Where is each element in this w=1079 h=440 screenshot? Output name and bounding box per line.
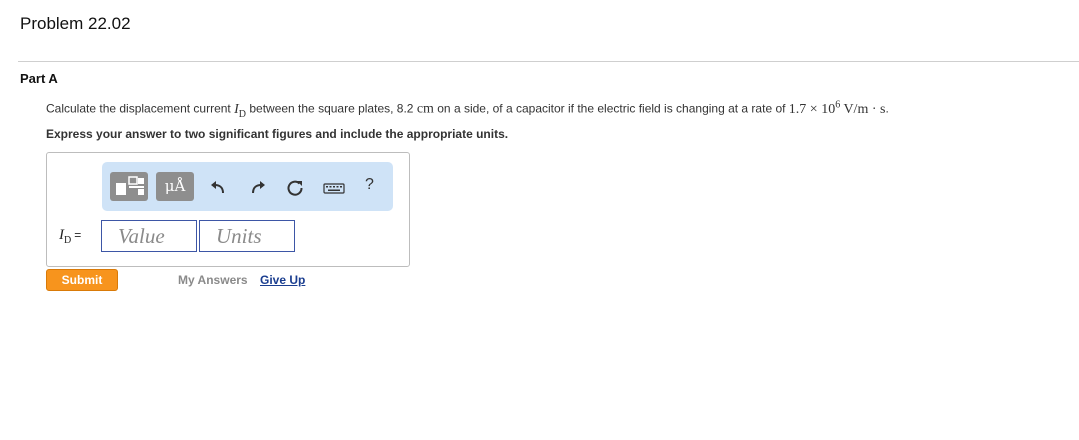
question-suffix: on a side, of a capacitor if the electri… — [433, 101, 789, 116]
keyboard-icon[interactable] — [323, 178, 345, 198]
help-icon[interactable]: ? — [365, 176, 374, 194]
side-unit: cm — [416, 101, 434, 117]
question-middle: between the square plates, 8.2 — [246, 101, 417, 116]
problem-title: Problem 22.02 — [20, 14, 131, 33]
undo-icon[interactable] — [208, 178, 228, 198]
units-input[interactable] — [199, 220, 295, 252]
rate-value: 1.7 × 106 V/m · s — [788, 99, 886, 117]
question-prefix: Calculate the displacement current — [46, 101, 235, 116]
redo-icon[interactable] — [248, 178, 268, 198]
reset-icon[interactable] — [285, 178, 305, 198]
templates-button[interactable] — [110, 172, 148, 201]
current-symbol: ID — [234, 101, 247, 120]
question-text: Calculate the displacement current ID be… — [46, 99, 889, 119]
units-button[interactable]: μÅ — [156, 172, 194, 201]
templates-icon — [116, 176, 144, 195]
answer-box: μÅ ? ID = — [46, 152, 410, 267]
give-up-link[interactable]: Give Up — [260, 273, 305, 287]
instruction-text: Express your answer to two significant f… — [46, 127, 509, 141]
divider — [18, 61, 1079, 62]
answer-label: ID = — [59, 227, 82, 246]
submit-button[interactable]: Submit — [46, 269, 118, 291]
value-input[interactable] — [101, 220, 197, 252]
part-title: Part A — [20, 71, 58, 86]
my-answers-link[interactable]: My Answers — [178, 273, 248, 287]
question-end: . — [885, 101, 889, 116]
math-toolbar: μÅ ? — [102, 162, 393, 211]
